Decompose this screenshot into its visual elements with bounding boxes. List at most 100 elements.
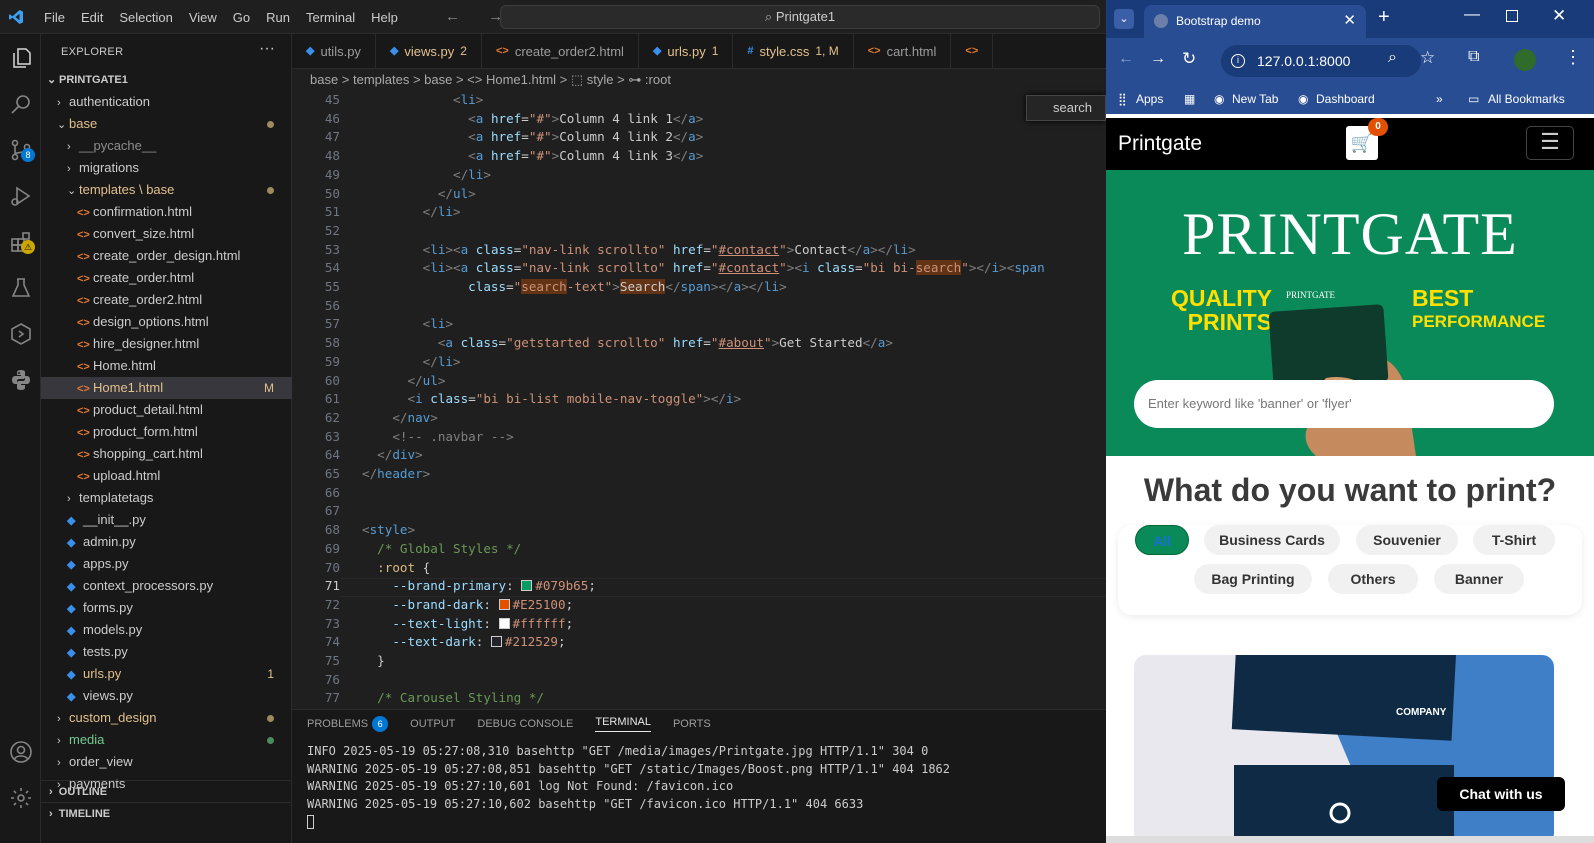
reload-icon[interactable]: ↻ (1182, 49, 1196, 69)
profile-avatar[interactable] (1514, 49, 1536, 71)
code-line[interactable]: </nav> (362, 410, 438, 425)
code-line[interactable]: </ul> (362, 373, 446, 388)
code-line[interactable]: <!-- .navbar --> (362, 429, 513, 444)
grid-icon[interactable]: ▦ (1184, 84, 1195, 114)
panel-tab-problems[interactable]: PROBLEMS 6 (307, 716, 389, 732)
browser-tab[interactable]: Bootstrap demo ✕ (1144, 5, 1366, 38)
code-line[interactable]: </li> (362, 204, 461, 219)
editor-tab[interactable]: ◆ views.py 2 (376, 34, 482, 68)
file-item[interactable]: <> product_detail.html (41, 399, 292, 421)
menu-item-edit[interactable]: Edit (73, 10, 111, 25)
python-icon[interactable] (0, 360, 41, 400)
file-item[interactable]: <> hire_designer.html (41, 333, 292, 355)
folder-item[interactable]: › custom_design (41, 707, 292, 729)
html-file-icon[interactable]: <> (951, 34, 994, 68)
code-line[interactable]: </header> (362, 466, 430, 481)
code-line[interactable]: --brand-primary: #079b65; (362, 578, 596, 593)
code-line[interactable]: <li> (362, 92, 483, 107)
folder-item[interactable]: › order_view (41, 751, 292, 773)
file-item[interactable]: <> confirmation.html (41, 201, 292, 223)
code-line[interactable]: <li><a class="nav-link scrollto" href="#… (362, 242, 916, 257)
file-item[interactable]: ◆ models.py (41, 619, 292, 641)
site-info-icon[interactable]: i (1231, 54, 1245, 68)
file-item[interactable]: ◆ apps.py (41, 553, 292, 575)
menu-item-view[interactable]: View (181, 10, 225, 25)
close-window-icon[interactable]: ✕ (1552, 6, 1566, 26)
chevron-more-icon[interactable]: » (1436, 84, 1443, 114)
bookmark-all[interactable]: All Bookmarks (1488, 84, 1565, 114)
code-line[interactable]: <li><a class="nav-link scrollto" href="#… (362, 260, 1045, 276)
bookmark-new-tab[interactable]: New Tab (1232, 84, 1278, 114)
command-center[interactable]: ⌕ Printgate1 (500, 5, 1100, 29)
file-item[interactable]: <> convert_size.html (41, 223, 292, 245)
editor-tab[interactable]: <> create_order2.html (482, 34, 639, 68)
site-brand[interactable]: Printgate (1118, 132, 1202, 156)
code-line[interactable]: </ul> (362, 186, 476, 201)
file-item[interactable]: ◆ context_processors.py (41, 575, 292, 597)
code-line[interactable]: <i class="bi bi-list mobile-nav-toggle">… (362, 391, 742, 406)
tab-search-icon[interactable]: ⌄ (1114, 9, 1134, 29)
file-item[interactable]: <> Home.html (41, 355, 292, 377)
workspace-root[interactable]: ⌄ PRINTGATE1 (41, 69, 292, 91)
terminal-output[interactable]: INFO 2025-05-19 05:27:08,310 basehttp "G… (307, 743, 950, 831)
category-others[interactable]: Others (1328, 564, 1418, 594)
code-line[interactable]: :root { (362, 560, 430, 575)
code-line[interactable]: <style> (362, 522, 415, 537)
menu-item-help[interactable]: Help (363, 10, 406, 25)
search-icon[interactable] (0, 84, 41, 124)
file-item[interactable]: ◆ views.py (41, 685, 292, 707)
file-item[interactable]: ◆ tests.py (41, 641, 292, 663)
category-bag-printing[interactable]: Bag Printing (1194, 564, 1312, 594)
source-control-icon[interactable]: 8 (0, 130, 41, 170)
category-souvenier[interactable]: Souvenier (1356, 525, 1458, 555)
code-line[interactable]: /* Carousel Styling */ (362, 690, 544, 705)
product-image[interactable]: COMPANY (1134, 655, 1554, 843)
category-business-cards[interactable]: Business Cards (1204, 525, 1340, 555)
folder-item[interactable]: › templatetags (41, 487, 292, 509)
close-tab-icon[interactable]: ✕ (1343, 5, 1356, 37)
forward-icon[interactable]: → (1150, 50, 1166, 68)
file-item[interactable]: ◆ admin.py (41, 531, 292, 553)
file-item[interactable]: <> design_options.html (41, 311, 292, 333)
file-item[interactable]: <> create_order.html (41, 267, 292, 289)
hamburger-menu-icon[interactable]: ☰ (1526, 126, 1574, 160)
code-line[interactable]: /* Global Styles */ (362, 541, 521, 556)
category-banner[interactable]: Banner (1434, 564, 1524, 594)
menu-item-go[interactable]: Go (225, 10, 258, 25)
code-line[interactable]: <a class="getstarted scrollto" href="#ab… (362, 335, 893, 350)
settings-gear-icon[interactable] (0, 778, 41, 818)
more-menu-icon[interactable]: ⋮ (1564, 47, 1582, 68)
outline-section[interactable]: › OUTLINE (41, 780, 292, 802)
remote-explorer-icon[interactable] (0, 314, 41, 354)
testing-icon[interactable] (0, 268, 41, 308)
new-tab-icon[interactable]: + (1378, 6, 1390, 29)
chat-button[interactable]: Chat with us (1437, 777, 1565, 811)
hero-search-input[interactable]: Enter keyword like 'banner' or 'flyer' (1134, 380, 1554, 428)
category-tshirt[interactable]: T-Shirt (1473, 525, 1555, 555)
code-line[interactable]: --text-light: #ffffff; (362, 616, 573, 631)
file-item[interactable]: ◆ urls.py 1 (41, 663, 292, 685)
code-line[interactable]: class="search-text">Search</span></a></l… (362, 279, 787, 294)
menu-item-selection[interactable]: Selection (111, 10, 180, 25)
menu-item-terminal[interactable]: Terminal (298, 10, 363, 25)
bookmark-dashboard[interactable]: Dashboard (1316, 84, 1375, 114)
editor-tab[interactable]: ◆ utils.py (292, 34, 376, 68)
code-line[interactable]: <a href="#">Column 4 link 3</a> (362, 148, 703, 163)
code-line[interactable]: } (362, 653, 385, 668)
editor-tab[interactable]: # style.css 1, M (733, 34, 854, 68)
bookmark-star-icon[interactable]: ☆ (1420, 48, 1435, 68)
file-item[interactable]: ◆ forms.py (41, 597, 292, 619)
panel-tab-debug-console[interactable]: DEBUG CONSOLE (477, 718, 573, 730)
bookmark-apps[interactable]: Apps (1136, 84, 1163, 114)
breadcrumb[interactable]: base > templates > base > <> Home1.html … (292, 69, 1106, 91)
code-line[interactable]: --brand-dark: #E25100; (362, 597, 573, 612)
folder-item[interactable]: › __pycache__ (41, 135, 292, 157)
category-all[interactable]: All (1135, 525, 1189, 555)
extensions-icon[interactable]: ⚠ (0, 222, 41, 262)
extensions-puzzle-icon[interactable]: ⧉ (1468, 48, 1479, 66)
run-debug-icon[interactable] (0, 176, 41, 216)
file-item[interactable]: <> create_order_design.html (41, 245, 292, 267)
maximize-icon[interactable] (1506, 10, 1518, 22)
code-line[interactable]: <a href="#">Column 4 link 2</a> (362, 129, 703, 144)
code-editor[interactable]: 45 <li> 46 <a href="#">Column 4 link 1</a… (292, 91, 1106, 709)
